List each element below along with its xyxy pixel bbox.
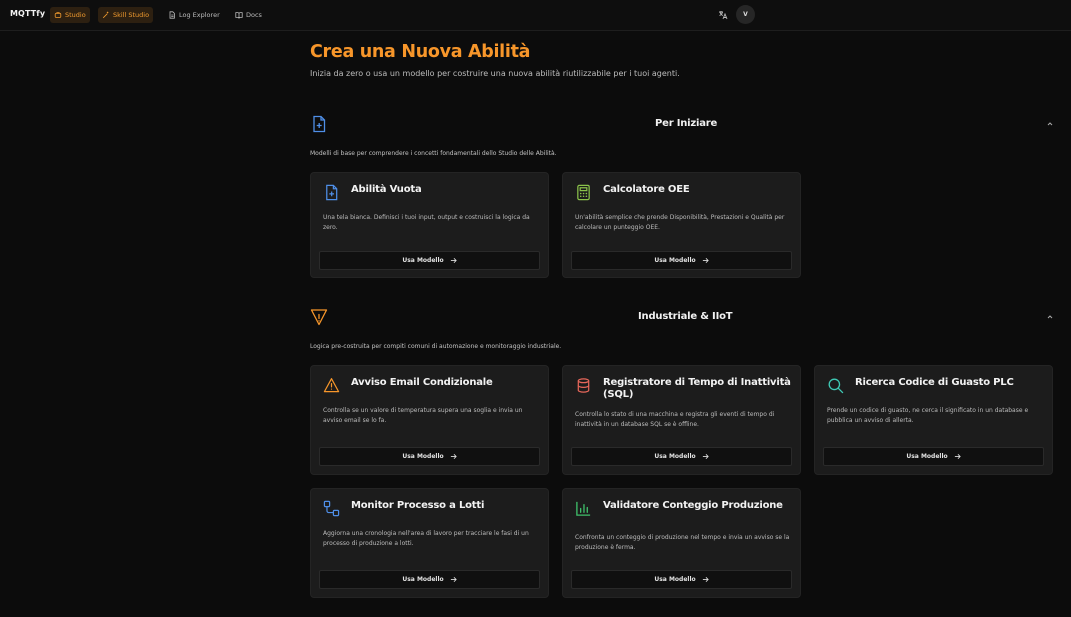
use-template-button[interactable]: Usa Modello — [319, 447, 540, 466]
studio-icon — [54, 12, 62, 18]
page-subtitle: Inizia da zero o usa un modello per cost… — [310, 69, 680, 78]
card-title: Validatore Conteggio Produzione — [603, 500, 783, 511]
nav-log-explorer-label: Log Explorer — [179, 11, 220, 19]
file-plus-icon — [326, 184, 338, 201]
template-card-avviso-email[interactable]: Avviso Email Condizionale Controlla se u… — [310, 365, 549, 475]
nav-log-explorer[interactable]: Log Explorer — [164, 7, 224, 23]
top-bar: MQTTfy Studio Skill Studio Log Explorer … — [0, 0, 1071, 31]
translate-icon[interactable] — [718, 10, 728, 20]
nav-studio[interactable]: Studio — [50, 7, 90, 23]
template-card-monitor-processo-lotti[interactable]: Monitor Processo a Lotti Aggiorna una cr… — [310, 488, 549, 598]
bar-chart-icon — [576, 501, 591, 516]
nav-docs-label: Docs — [246, 11, 262, 19]
workflow-icon — [323, 500, 340, 517]
chevron-up-icon[interactable] — [1046, 120, 1054, 128]
card-description: Una tela bianca. Definisci i tuoi input,… — [323, 214, 530, 231]
section-description: Logica pre-costruita per compiti comuni … — [310, 343, 562, 350]
page-title: Crea una Nuova Abilità — [310, 42, 531, 62]
use-template-button[interactable]: Usa Modello — [319, 570, 540, 589]
arrow-right-icon — [702, 577, 709, 582]
card-description: Confronta un conteggio di produzione nel… — [575, 534, 790, 551]
arrow-right-icon — [450, 577, 457, 582]
warning-icon — [323, 378, 340, 393]
card-title: Monitor Processo a Lotti — [351, 500, 485, 511]
card-title: Ricerca Codice di Guasto PLC — [855, 377, 1014, 388]
template-card-abilita-vuota[interactable]: Abilità Vuota Una tela bianca. Definisci… — [310, 172, 549, 278]
use-template-button[interactable]: Usa Modello — [319, 251, 540, 270]
use-template-button[interactable]: Usa Modello — [571, 447, 792, 466]
database-icon — [577, 378, 590, 393]
use-template-button[interactable]: Usa Modello — [823, 447, 1044, 466]
card-title: Avviso Email Condizionale — [351, 377, 493, 388]
wand-icon — [102, 11, 109, 19]
use-template-button[interactable]: Usa Modello — [571, 251, 792, 270]
use-template-label: Usa Modello — [654, 257, 696, 264]
template-card-ricerca-codice-guasto[interactable]: Ricerca Codice di Guasto PLC Prende un c… — [814, 365, 1053, 475]
section-title-per-iniziare[interactable]: Per Iniziare — [655, 118, 717, 129]
template-card-validatore-conteggio[interactable]: Validatore Conteggio Produzione Confront… — [562, 488, 801, 598]
use-template-label: Usa Modello — [402, 576, 444, 583]
search-icon — [828, 378, 844, 394]
template-card-registratore-inattivita[interactable]: Registratore di Tempo di Inattività (SQL… — [562, 365, 801, 475]
card-description: Controlla lo stato di una macchina e reg… — [575, 411, 775, 428]
arrow-right-icon — [450, 258, 457, 263]
use-template-label: Usa Modello — [654, 576, 696, 583]
file-plus-icon — [313, 115, 326, 133]
card-description: Aggiorna una cronologia nell'area di lav… — [323, 530, 529, 547]
section-description: Modelli di base per comprendere i concet… — [310, 150, 557, 157]
factory-icon — [310, 309, 328, 326]
section-title-industriale[interactable]: Industriale & IIoT — [638, 311, 733, 322]
brand-logo[interactable]: MQTTfy — [10, 9, 45, 18]
arrow-right-icon — [450, 454, 457, 459]
nav-skill-studio-label: Skill Studio — [113, 11, 150, 19]
avatar[interactable]: V — [736, 5, 755, 24]
card-description: Controlla se un valore di temperatura su… — [323, 407, 523, 424]
use-template-label: Usa Modello — [906, 453, 948, 460]
use-template-label: Usa Modello — [402, 257, 444, 264]
card-description: Un'abilità semplice che prende Disponibi… — [575, 214, 785, 231]
use-template-button[interactable]: Usa Modello — [571, 570, 792, 589]
card-description: Prende un codice di guasto, ne cerca il … — [827, 407, 1029, 424]
arrow-right-icon — [702, 454, 709, 459]
card-title: Registratore di Tempo di Inattività (SQL… — [603, 377, 791, 400]
chevron-up-icon[interactable] — [1046, 313, 1054, 321]
nav-studio-label: Studio — [65, 11, 86, 19]
use-template-label: Usa Modello — [402, 453, 444, 460]
book-icon — [235, 12, 243, 19]
use-template-label: Usa Modello — [654, 453, 696, 460]
template-card-calcolatore-oee[interactable]: Calcolatore OEE Un'abilità semplice che … — [562, 172, 801, 278]
nav-skill-studio[interactable]: Skill Studio — [98, 7, 154, 23]
arrow-right-icon — [702, 258, 709, 263]
document-icon — [169, 11, 175, 19]
nav-docs[interactable]: Docs — [231, 7, 266, 23]
calculator-icon — [577, 184, 590, 201]
arrow-right-icon — [954, 454, 961, 459]
card-title: Calcolatore OEE — [603, 184, 690, 195]
card-title: Abilità Vuota — [351, 184, 422, 195]
